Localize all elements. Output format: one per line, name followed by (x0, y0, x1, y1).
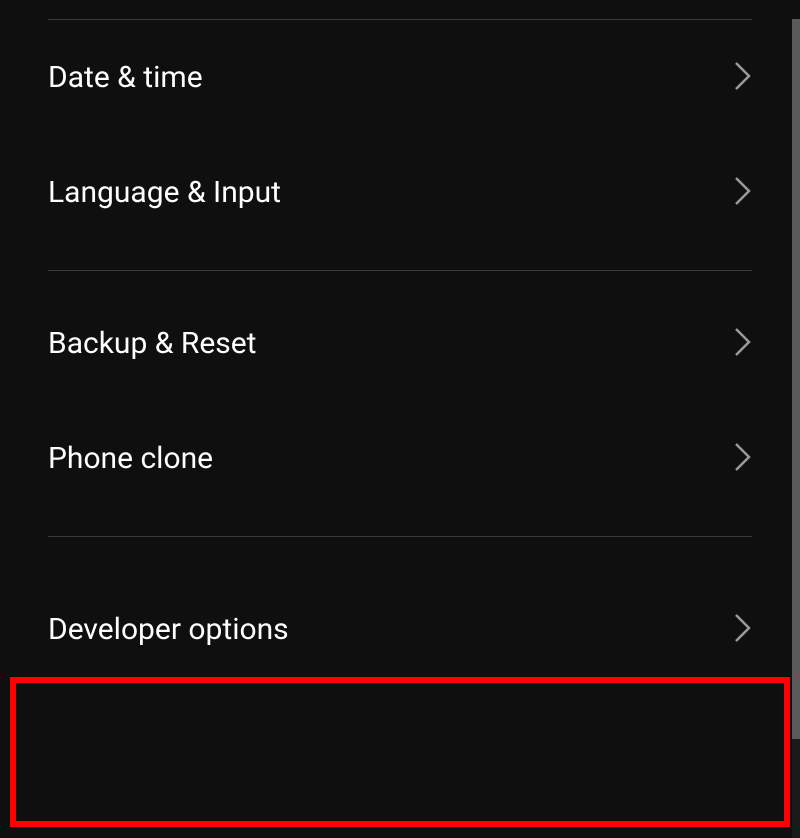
settings-item-developer-options[interactable]: Developer options (0, 537, 800, 687)
settings-item-label: Date & time (48, 60, 203, 95)
settings-item-backup-reset[interactable]: Backup & Reset (0, 271, 800, 401)
settings-item-label: Developer options (48, 612, 289, 647)
settings-item-phone-clone[interactable]: Phone clone (0, 401, 800, 516)
settings-item-label: Language & Input (48, 175, 281, 210)
settings-item-label: Backup & Reset (48, 326, 256, 361)
chevron-right-icon (734, 613, 752, 647)
settings-item-label: Phone clone (48, 441, 213, 476)
chevron-right-icon (734, 61, 752, 95)
scrollbar-thumb[interactable] (792, 19, 800, 739)
chevron-right-icon (734, 327, 752, 361)
chevron-right-icon (734, 176, 752, 210)
highlight-annotation (10, 677, 790, 827)
settings-item-date-time[interactable]: Date & time (0, 20, 800, 135)
chevron-right-icon (734, 442, 752, 476)
settings-item-language-input[interactable]: Language & Input (0, 135, 800, 250)
settings-screen: Date & time Language & Input Backup & Re… (0, 19, 800, 838)
